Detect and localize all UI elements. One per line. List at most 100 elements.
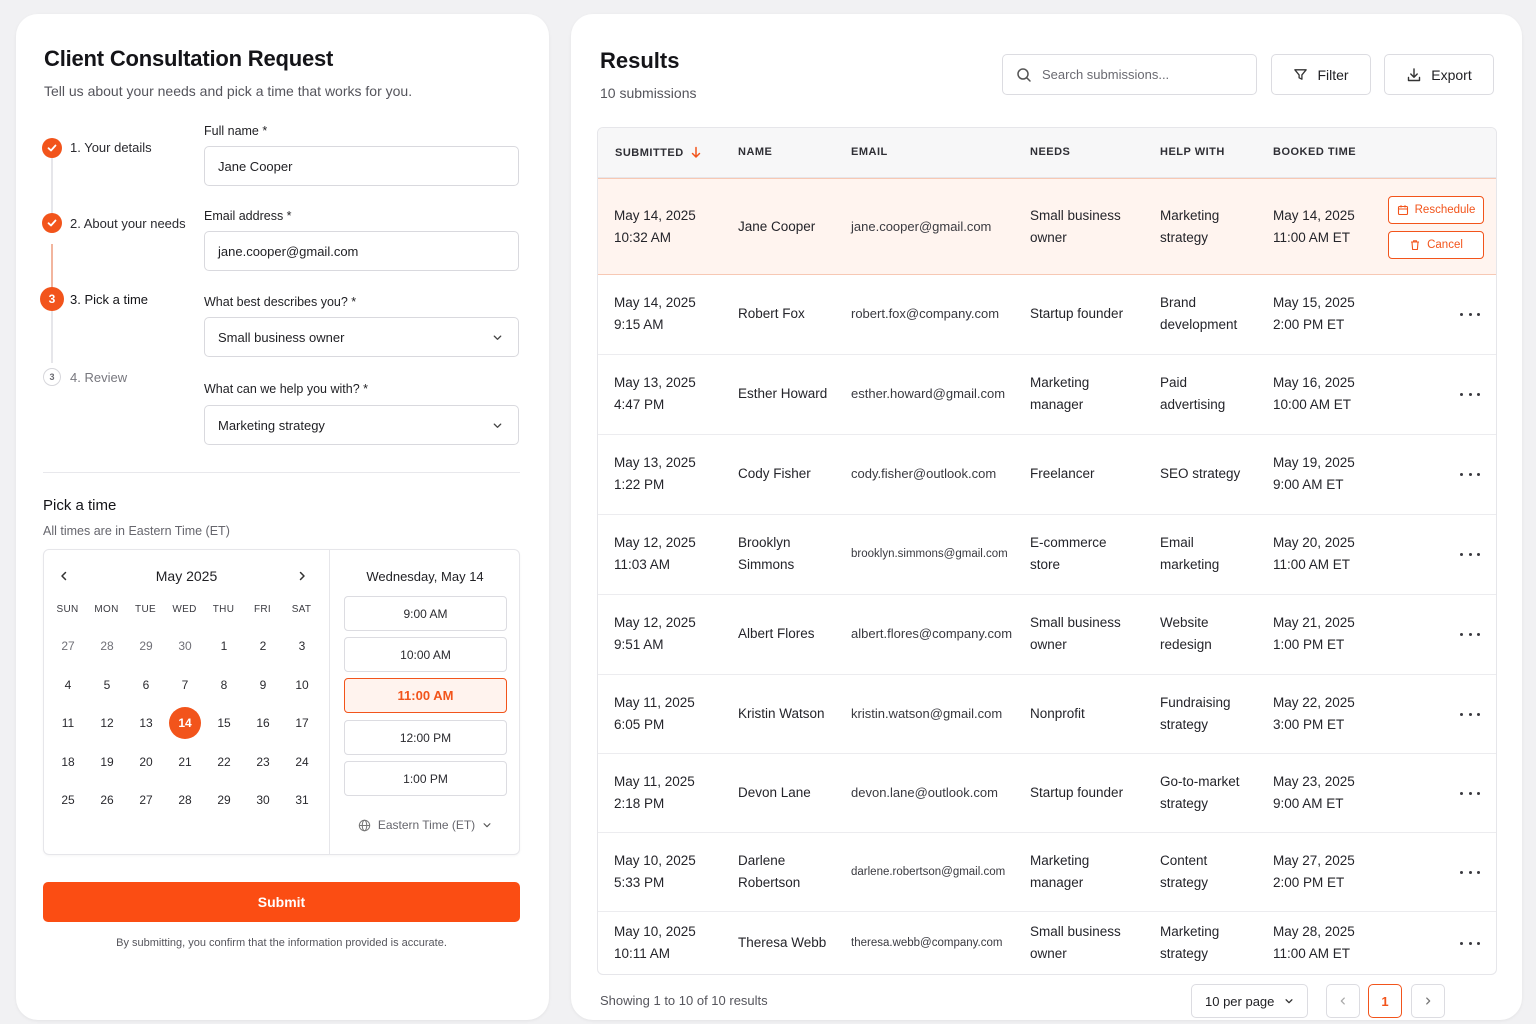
email-label: Email address * — [204, 209, 292, 223]
calendar-day[interactable]: 8 — [208, 669, 240, 701]
calendar-day[interactable]: 10 — [286, 669, 318, 701]
describe-select[interactable]: Small business owner — [204, 317, 519, 357]
submit-button[interactable]: Submit — [43, 882, 520, 922]
table-row[interactable]: May 12, 2025 9:51 AM Albert Flores albert.f… — [598, 595, 1496, 675]
calendar-day[interactable]: 3 — [286, 630, 318, 662]
calendar-day[interactable]: 6 — [130, 669, 162, 701]
calendar-day[interactable]: 5 — [91, 669, 123, 701]
calendar-day[interactable]: 23 — [247, 746, 279, 778]
table-row[interactable]: May 13, 2025 1:22 PM Cody Fisher cody.fishe… — [598, 435, 1496, 515]
step-4-label[interactable]: 4. Review — [70, 370, 127, 385]
col-help-header[interactable]: HELP WITH — [1160, 146, 1225, 158]
cancel-button[interactable]: Cancel — [1388, 231, 1484, 259]
booked-date: May 14, 2025 — [1273, 208, 1355, 223]
calendar-day[interactable]: 7 — [169, 669, 201, 701]
search-icon — [1017, 67, 1031, 82]
step-3-number: 3 — [40, 287, 64, 311]
calendar-day[interactable]: 19 — [91, 746, 123, 778]
col-submitted-label: SUBMITTED — [615, 146, 684, 159]
calendar-day[interactable]: 30 — [169, 630, 201, 662]
table-row[interactable]: May 10, 2025 10:11 AM Theresa Webb theresa.… — [598, 912, 1496, 974]
table-row-selected[interactable]: May 14, 2025 10:32 AM Jane Cooper jane.coop… — [598, 178, 1496, 275]
row-more-actions-icon[interactable] — [1460, 866, 1480, 878]
reschedule-button[interactable]: Reschedule — [1388, 196, 1484, 224]
calendar-day[interactable]: 25 — [52, 784, 84, 816]
calendar-day[interactable]: 4 — [52, 669, 84, 701]
row-more-actions-icon[interactable] — [1460, 468, 1480, 480]
calendar-day[interactable]: 20 — [130, 746, 162, 778]
table-row[interactable]: May 11, 2025 2:18 PM Devon Lane devon.lane@… — [598, 754, 1496, 833]
col-email-header[interactable]: EMAIL — [851, 146, 888, 158]
page-1-button[interactable]: 1 — [1368, 984, 1402, 1018]
calendar-day[interactable]: 26 — [91, 784, 123, 816]
row-more-actions-icon[interactable] — [1460, 937, 1480, 949]
table-row[interactable]: May 14, 2025 9:15 AM Robert Fox robert.fox@… — [598, 275, 1496, 355]
trash-icon — [1411, 240, 1420, 251]
calendar-day[interactable]: 27 — [52, 630, 84, 662]
next-page-button[interactable] — [1411, 984, 1445, 1018]
calendar-day-selected[interactable]: 14 — [169, 707, 201, 739]
per-page-select[interactable]: 10 per page — [1191, 984, 1308, 1018]
calendar-day[interactable]: 24 — [286, 746, 318, 778]
table-row[interactable]: May 13, 2025 4:47 PM Esther Howard esther.h… — [598, 355, 1496, 435]
row-more-actions-icon[interactable] — [1460, 308, 1480, 320]
time-slot[interactable]: 9:00 AM — [344, 596, 507, 631]
export-button[interactable]: Export — [1384, 54, 1494, 95]
calendar-day[interactable]: 13 — [130, 707, 162, 739]
calendar-day[interactable]: 22 — [208, 746, 240, 778]
calendar-day[interactable]: 2 — [247, 630, 279, 662]
step-1-label[interactable]: 1. Your details — [70, 140, 152, 155]
calendar-day[interactable]: 17 — [286, 707, 318, 739]
time-slot[interactable]: 1:00 PM — [344, 761, 507, 796]
booked-cell: May 22, 2025 3:00 PM ET — [1273, 692, 1355, 736]
row-more-actions-icon[interactable] — [1460, 388, 1480, 400]
calendar-day[interactable]: 29 — [208, 784, 240, 816]
submitted-date: May 13, 2025 — [614, 455, 696, 470]
chevron-down-icon — [493, 335, 502, 340]
prev-page-button[interactable] — [1326, 984, 1360, 1018]
row-more-actions-icon[interactable] — [1460, 787, 1480, 799]
name-line: Theresa Webb — [738, 935, 827, 950]
row-more-actions-icon[interactable] — [1460, 628, 1480, 640]
step-2-label[interactable]: 2. About your needs — [70, 216, 186, 231]
row-more-actions-icon[interactable] — [1460, 548, 1480, 560]
calendar-day[interactable]: 16 — [247, 707, 279, 739]
search-input[interactable]: Search submissions... — [1002, 54, 1257, 95]
row-more-actions-icon[interactable] — [1460, 708, 1480, 720]
time-slot-selected[interactable]: 11:00 AM — [344, 678, 507, 713]
col-booked-header[interactable]: BOOKED TIME — [1273, 146, 1356, 158]
calendar-day[interactable]: 12 — [91, 707, 123, 739]
col-needs-header[interactable]: NEEDS — [1030, 146, 1070, 158]
time-slot[interactable]: 12:00 PM — [344, 720, 507, 755]
calendar-day[interactable]: 15 — [208, 707, 240, 739]
booked-cell: May 19, 2025 9:00 AM ET — [1273, 452, 1355, 496]
timezone-select[interactable]: Eastern Time (ET) — [330, 818, 520, 832]
booked-date: May 28, 2025 — [1273, 924, 1355, 939]
table-row[interactable]: May 12, 2025 11:03 AM Brooklyn Simmons brook… — [598, 515, 1496, 595]
step-3-label[interactable]: 3. Pick a time — [70, 292, 148, 307]
calendar-day[interactable]: 18 — [52, 746, 84, 778]
calendar-day[interactable]: 28 — [169, 784, 201, 816]
table-row[interactable]: May 10, 2025 5:33 PM Darlene Robertson darle… — [598, 833, 1496, 912]
name-line: Robert Fox — [738, 306, 805, 321]
calendar-day[interactable]: 11 — [52, 707, 84, 739]
submitted-cell: May 10, 2025 5:33 PM — [614, 850, 696, 894]
help-select[interactable]: Marketing strategy — [204, 405, 519, 445]
calendar-day[interactable]: 28 — [91, 630, 123, 662]
calendar-day[interactable]: 21 — [169, 746, 201, 778]
calendar-day[interactable]: 29 — [130, 630, 162, 662]
table-row[interactable]: May 11, 2025 6:05 PM Kristin Watson kristin… — [598, 675, 1496, 754]
col-submitted-header[interactable]: SUBMITTED — [615, 146, 702, 159]
col-name-header[interactable]: NAME — [738, 146, 772, 158]
calendar-day[interactable]: 1 — [208, 630, 240, 662]
full-name-field[interactable]: Jane Cooper — [204, 146, 519, 186]
calendar-day[interactable]: 31 — [286, 784, 318, 816]
help-line: marketing — [1160, 557, 1220, 572]
calendar-day[interactable]: 27 — [130, 784, 162, 816]
calendar-day[interactable]: 30 — [247, 784, 279, 816]
next-month-button[interactable] — [292, 566, 312, 586]
email-field[interactable]: jane.cooper@gmail.com — [204, 231, 519, 271]
time-slot[interactable]: 10:00 AM — [344, 637, 507, 672]
calendar-day[interactable]: 9 — [247, 669, 279, 701]
filter-button[interactable]: Filter — [1271, 54, 1371, 95]
